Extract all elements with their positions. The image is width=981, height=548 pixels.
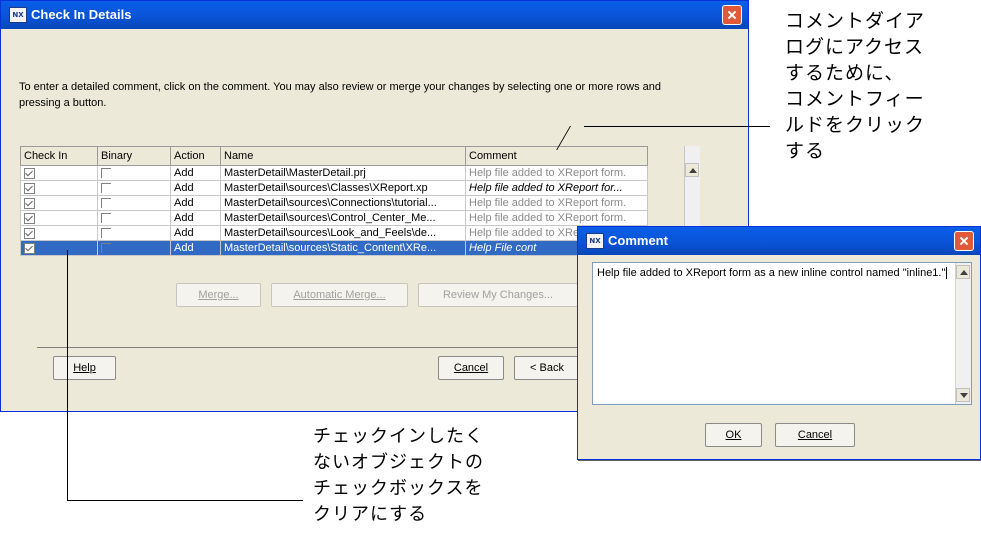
check-in-checkbox[interactable] (24, 167, 35, 179)
column-header-name[interactable]: Name (220, 146, 466, 166)
name-cell: MasterDetail\sources\Connections\tutoria… (220, 195, 466, 211)
comment-text: Help file added to XReport form as a new… (597, 267, 946, 279)
binary-checkbox[interactable] (101, 228, 111, 239)
name-cell: MasterDetail\MasterDetail.prj (220, 165, 466, 181)
comment-cell[interactable]: Help file added to XReport for... (465, 180, 648, 196)
scroll-up-icon[interactable] (685, 163, 699, 177)
action-cell: Add (170, 225, 221, 241)
action-cell: Add (170, 210, 221, 226)
comment-cell[interactable]: Help file added to XReport form. (465, 195, 648, 211)
binary-cell (97, 210, 171, 226)
table-row[interactable]: Add MasterDetail\sources\Static_Content\X… (20, 240, 648, 256)
name-cell: MasterDetail\sources\Static_Content\XRe.… (220, 240, 466, 256)
help-button[interactable]: Help (53, 356, 116, 380)
binary-checkbox[interactable] (101, 183, 111, 194)
check-in-cell (20, 195, 98, 211)
check-in-cell (20, 180, 98, 196)
callout-line-top (584, 126, 770, 127)
comment-textarea[interactable]: Help file added to XReport form as a new… (592, 262, 972, 405)
binary-cell (97, 195, 171, 211)
column-header-binary[interactable]: Binary (97, 146, 171, 166)
check-in-cell (20, 165, 98, 181)
comment-scrollbar[interactable] (955, 263, 971, 404)
back-button[interactable]: < Back (514, 356, 580, 380)
check-in-checkbox[interactable] (24, 242, 35, 254)
callout-checkbox: チェックインしたく ないオブジェクトの チェックボックスを クリアにする (313, 426, 484, 525)
name-cell: MasterDetail\sources\Classes\XReport.xp (220, 180, 466, 196)
check-in-cell (20, 210, 98, 226)
title-bar[interactable]: NX Check In Details (1, 1, 748, 29)
review-my-changes-button[interactable]: Review My Changes... (418, 283, 578, 307)
binary-cell (97, 240, 171, 256)
comment-scroll-up-icon[interactable] (956, 265, 970, 279)
table-row[interactable]: Add MasterDetail\sources\Control_Center_M… (20, 210, 648, 226)
table-row[interactable]: Add MasterDetail\MasterDetail.prj Help fil… (20, 165, 648, 181)
table-header: Check In Binary Action Name Comment (20, 146, 648, 166)
comment-app-icon: NX (586, 233, 604, 249)
column-header-action[interactable]: Action (170, 146, 221, 166)
comment-dialog: NX Comment Help file added to XReport fo… (577, 226, 981, 460)
binary-cell (97, 225, 171, 241)
action-cell: Add (170, 180, 221, 196)
action-cell: Add (170, 195, 221, 211)
check-in-cell (20, 240, 98, 256)
cancel-button[interactable]: Cancel (438, 356, 504, 380)
table-row[interactable]: Add MasterDetail\sources\Look_and_Feels\d… (20, 225, 648, 241)
check-in-checkbox[interactable] (24, 227, 35, 239)
window-title: Check In Details (31, 7, 132, 22)
callout-line-bottom-h (67, 500, 303, 501)
binary-checkbox[interactable] (101, 213, 111, 224)
ok-button[interactable]: OK (705, 423, 762, 447)
callout-comment-field: コメントダイア ログにアクセス するために、 コメントフィー ルドをクリック す… (785, 10, 926, 162)
check-in-checkbox[interactable] (24, 197, 35, 209)
column-header-check-in[interactable]: Check In (20, 146, 98, 166)
action-cell: Add (170, 240, 221, 256)
close-icon[interactable] (722, 5, 742, 25)
action-cell: Add (170, 165, 221, 181)
check-in-checkbox[interactable] (24, 182, 35, 194)
app-icon: NX (9, 7, 27, 23)
comment-close-icon[interactable] (954, 231, 974, 251)
check-in-cell (20, 225, 98, 241)
check-in-table: Check In Binary Action Name Comment Add M… (20, 146, 648, 256)
table-row[interactable]: Add MasterDetail\sources\Classes\XReport.… (20, 180, 648, 196)
comment-title-bar[interactable]: NX Comment (578, 227, 980, 255)
comment-cell[interactable]: Help file added to XReport form. (465, 165, 648, 181)
comment-window-title: Comment (608, 233, 668, 248)
intro-text: To enter a detailed comment, click on th… (19, 81, 661, 109)
binary-checkbox[interactable] (101, 243, 111, 254)
name-cell: MasterDetail\sources\Control_Center_Me..… (220, 210, 466, 226)
binary-checkbox[interactable] (101, 168, 111, 179)
table-row[interactable]: Add MasterDetail\sources\Connections\tuto… (20, 195, 648, 211)
comment-scroll-down-icon[interactable] (956, 388, 970, 402)
comment-cancel-button[interactable]: Cancel (775, 423, 855, 447)
check-in-checkbox[interactable] (24, 212, 35, 224)
merge-button[interactable]: Merge... (176, 283, 261, 307)
name-cell: MasterDetail\sources\Look_and_Feels\de..… (220, 225, 466, 241)
binary-checkbox[interactable] (101, 198, 111, 209)
automatic-merge-button[interactable]: Automatic Merge... (271, 283, 408, 307)
binary-cell (97, 165, 171, 181)
binary-cell (97, 180, 171, 196)
comment-cell[interactable]: Help file added to XReport form. (465, 210, 648, 226)
text-caret (946, 267, 948, 280)
callout-line-bottom-v (67, 250, 68, 501)
